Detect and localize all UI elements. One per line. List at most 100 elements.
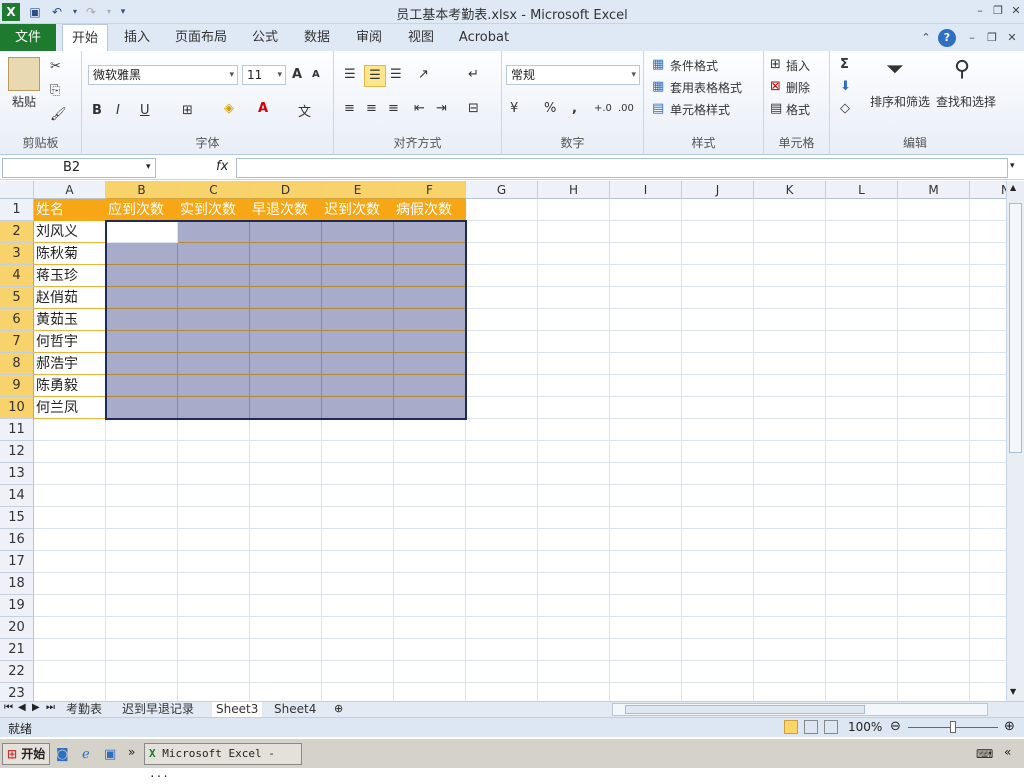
cell-b19[interactable] (106, 595, 178, 617)
cell-d22[interactable] (250, 661, 322, 683)
cell-e18[interactable] (322, 573, 394, 595)
row-header-6[interactable]: 6 (0, 309, 34, 331)
cell-k20[interactable] (754, 617, 826, 639)
row-header-22[interactable]: 22 (0, 661, 34, 683)
format-as-table-button[interactable]: 套用表格格式 (670, 79, 742, 96)
cell-e2[interactable] (322, 221, 394, 243)
cell-b6[interactable] (106, 309, 178, 331)
cell-d20[interactable] (250, 617, 322, 639)
cell-h19[interactable] (538, 595, 610, 617)
cell-e10[interactable] (322, 397, 394, 419)
increase-decimal-button[interactable]: +.0 (594, 103, 612, 114)
cell-i14[interactable] (610, 485, 682, 507)
cell-h17[interactable] (538, 551, 610, 573)
cell-j23[interactable] (682, 683, 754, 701)
cell-h18[interactable] (538, 573, 610, 595)
cell-g8[interactable] (466, 353, 538, 375)
zoom-slider-handle[interactable] (950, 721, 956, 733)
cell-a21[interactable] (34, 639, 106, 661)
cell-j8[interactable] (682, 353, 754, 375)
cell-c20[interactable] (178, 617, 250, 639)
tab-formulas[interactable]: 公式 (244, 24, 286, 51)
cell-c21[interactable] (178, 639, 250, 661)
cell-k17[interactable] (754, 551, 826, 573)
row-header-8[interactable]: 8 (0, 353, 34, 375)
cell-e9[interactable] (322, 375, 394, 397)
workbook-restore-icon[interactable]: ❐ (984, 30, 1000, 46)
formula-input[interactable] (236, 158, 1008, 178)
cell-h4[interactable] (538, 265, 610, 287)
cell-d11[interactable] (250, 419, 322, 441)
cell-h6[interactable] (538, 309, 610, 331)
row-header-1[interactable]: 1 (0, 199, 34, 221)
grow-font-button[interactable]: A (292, 67, 302, 82)
cell-k9[interactable] (754, 375, 826, 397)
column-header-l[interactable]: L (826, 181, 898, 199)
cell-n9[interactable] (970, 375, 1006, 397)
cell-l14[interactable] (826, 485, 898, 507)
paste-button[interactable]: 粘贴 (12, 93, 36, 110)
cell-g11[interactable] (466, 419, 538, 441)
cell-n21[interactable] (970, 639, 1006, 661)
cell-g5[interactable] (466, 287, 538, 309)
cell-d16[interactable] (250, 529, 322, 551)
decrease-indent-icon[interactable]: ⇤ (414, 101, 425, 116)
cell-g18[interactable] (466, 573, 538, 595)
merge-center-icon[interactable]: ⊟ (468, 101, 479, 116)
cell-l20[interactable] (826, 617, 898, 639)
cell-d17[interactable] (250, 551, 322, 573)
cell-f3[interactable] (394, 243, 466, 265)
row-header-18[interactable]: 18 (0, 573, 34, 595)
cell-h1[interactable] (538, 199, 610, 221)
cell-m7[interactable] (898, 331, 970, 353)
cell-e22[interactable] (322, 661, 394, 683)
horizontal-scroll-thumb[interactable] (625, 705, 865, 714)
cell-b7[interactable] (106, 331, 178, 353)
cell-f20[interactable] (394, 617, 466, 639)
cell-j12[interactable] (682, 441, 754, 463)
cell-h3[interactable] (538, 243, 610, 265)
sheet-nav-next-icon[interactable]: ▶ (32, 702, 40, 713)
cell-c5[interactable] (178, 287, 250, 309)
cell-m10[interactable] (898, 397, 970, 419)
phonetic-icon[interactable]: 文 (298, 101, 311, 120)
cell-j2[interactable] (682, 221, 754, 243)
cell-n3[interactable] (970, 243, 1006, 265)
percent-button[interactable]: % (544, 101, 556, 116)
cell-m11[interactable] (898, 419, 970, 441)
cell-k15[interactable] (754, 507, 826, 529)
cell-k6[interactable] (754, 309, 826, 331)
row-header-16[interactable]: 16 (0, 529, 34, 551)
cell-c2[interactable] (178, 221, 250, 243)
cell-g16[interactable] (466, 529, 538, 551)
cell-f4[interactable] (394, 265, 466, 287)
cell-n18[interactable] (970, 573, 1006, 595)
cell-l8[interactable] (826, 353, 898, 375)
cell-e1[interactable]: 迟到次数 (322, 199, 394, 221)
number-format-combo[interactable]: 常规 ▾ (506, 65, 640, 85)
sort-filter-button[interactable]: 排序和筛选 (870, 93, 930, 110)
cell-m20[interactable] (898, 617, 970, 639)
cell-h7[interactable] (538, 331, 610, 353)
cell-i20[interactable] (610, 617, 682, 639)
cell-j22[interactable] (682, 661, 754, 683)
cell-a6[interactable]: 黄茹玉 (34, 309, 106, 331)
column-header-d[interactable]: D (250, 181, 322, 199)
cell-n20[interactable] (970, 617, 1006, 639)
cell-d5[interactable] (250, 287, 322, 309)
cell-b10[interactable] (106, 397, 178, 419)
wrap-text-icon[interactable]: ↵ (468, 67, 479, 82)
align-top-icon[interactable]: ☰ (344, 67, 356, 82)
cell-f16[interactable] (394, 529, 466, 551)
cell-i4[interactable] (610, 265, 682, 287)
cell-f1[interactable]: 病假次数 (394, 199, 466, 221)
cell-j18[interactable] (682, 573, 754, 595)
cell-j6[interactable] (682, 309, 754, 331)
cell-i22[interactable] (610, 661, 682, 683)
row-header-23[interactable]: 23 (0, 683, 34, 701)
cell-h9[interactable] (538, 375, 610, 397)
cell-g1[interactable] (466, 199, 538, 221)
underline-button[interactable]: U (140, 103, 150, 118)
cell-n13[interactable] (970, 463, 1006, 485)
cell-m6[interactable] (898, 309, 970, 331)
